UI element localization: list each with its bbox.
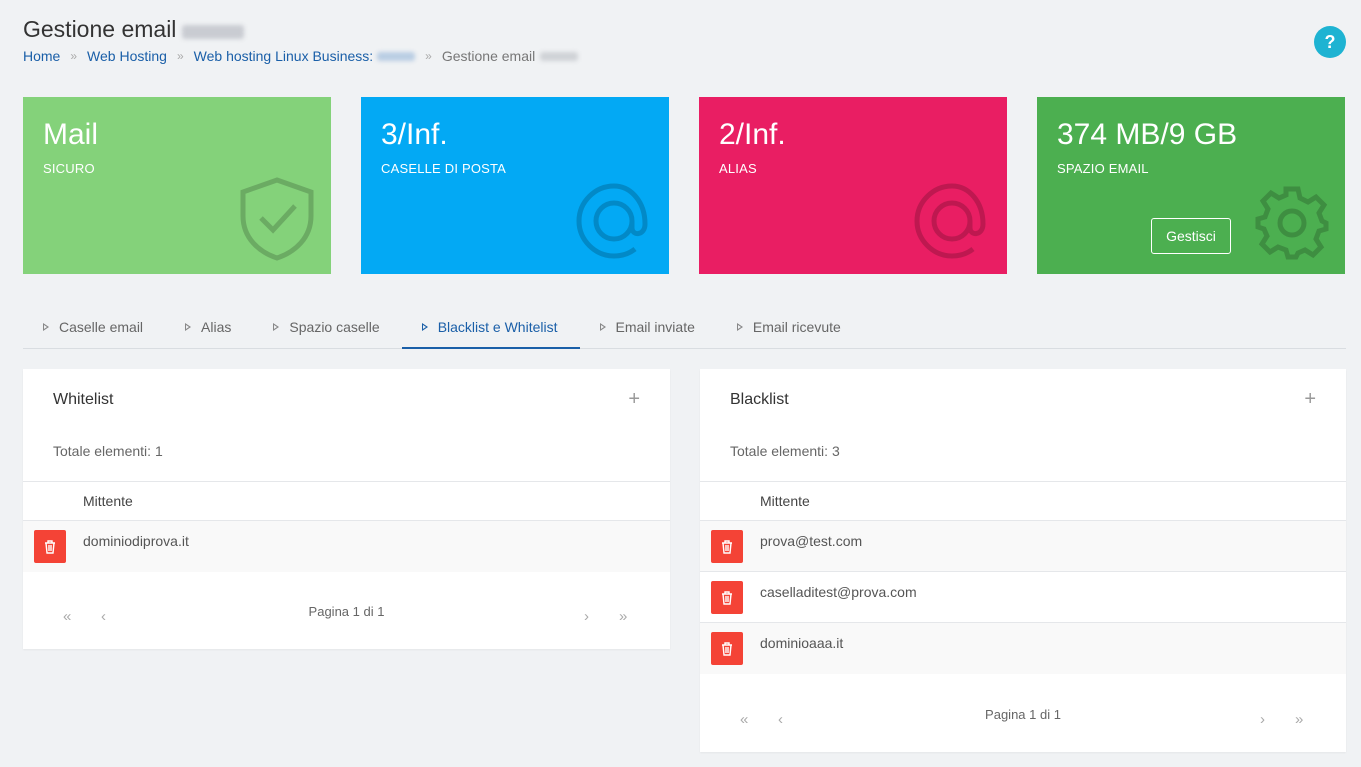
panel-title: Whitelist (53, 391, 114, 408)
table-row: caselladitest@prova.com (700, 572, 1346, 623)
tab-label: Caselle email (59, 319, 144, 335)
at-icon (576, 183, 648, 259)
panel-title: Blacklist (730, 391, 789, 408)
whitelist-panel: Whitelist + Totale elementi: 1 Mittente … (23, 369, 670, 649)
add-whitelist-button[interactable]: + (628, 388, 640, 411)
caret-right-icon (185, 323, 192, 331)
card-aliases: 2/Inf. ALIAS (699, 97, 1007, 274)
shield-check-icon (240, 177, 314, 261)
caret-right-icon (43, 323, 49, 331)
breadcrumb-separator: » (70, 49, 78, 63)
trash-icon (722, 590, 732, 605)
stats-cards: Mail SICURO 3/Inf. CASELLE DI POSTA 2/In… (23, 97, 1345, 274)
card-label: SPAZIO EMAIL (1057, 161, 1149, 176)
delete-button[interactable] (711, 632, 743, 665)
add-blacklist-button[interactable]: + (1304, 388, 1316, 411)
gestisci-button[interactable]: Gestisci (1151, 218, 1231, 254)
tab-label: Alias (201, 319, 232, 335)
tab-blacklist-whitelist[interactable]: Blacklist e Whitelist (401, 307, 580, 349)
card-mailboxes: 3/Inf. CASELLE DI POSTA (361, 97, 669, 274)
breadcrumb-current-label: Gestione email (441, 48, 536, 64)
delete-button[interactable] (711, 581, 743, 614)
tab-spazio-caselle[interactable]: Spazio caselle (253, 307, 401, 347)
at-icon (914, 183, 986, 259)
redacted-domain (540, 51, 579, 61)
delete-button[interactable] (34, 530, 66, 563)
pagination: « ‹ Pagina 1 di 1 › » (700, 707, 1346, 737)
card-value: 374 MB/9 GB (1057, 118, 1238, 151)
page-title: Gestione email (23, 16, 245, 43)
tab-email-ricevute[interactable]: Email ricevute (717, 307, 863, 347)
breadcrumb-web-hosting[interactable]: Web Hosting (87, 48, 167, 64)
whitelist-table: Mittente dominiodiprova.it (23, 481, 670, 572)
breadcrumb-current: Gestione email (441, 48, 579, 64)
pagination: « ‹ Pagina 1 di 1 › » (23, 604, 670, 634)
tab-label: Email inviate (615, 319, 695, 335)
column-header-mittente: Mittente (700, 481, 1346, 521)
delete-button[interactable] (711, 530, 743, 563)
page-info: Pagina 1 di 1 (985, 707, 1061, 722)
breadcrumb-separator: » (425, 49, 432, 63)
total-elements: Totale elementi: 1 (53, 443, 163, 459)
breadcrumb-linux-business[interactable]: Web hosting Linux Business: (194, 48, 374, 64)
caret-right-icon (421, 323, 428, 331)
help-button[interactable]: ? (1314, 26, 1346, 58)
trash-icon (722, 539, 732, 554)
card-email-space: 374 MB/9 GB SPAZIO EMAIL Gestisci (1037, 97, 1345, 274)
last-page-button[interactable]: » (619, 608, 627, 625)
card-value: Mail (43, 118, 99, 151)
next-page-button[interactable]: › (1260, 711, 1265, 728)
blacklist-table: Mittente prova@test.com caselladitest@pr… (700, 481, 1346, 674)
card-label: SICURO (43, 161, 95, 176)
sender-value: prova@test.com (760, 533, 863, 549)
caret-right-icon (273, 323, 280, 331)
breadcrumb-home[interactable]: Home (23, 48, 60, 64)
breadcrumb-separator: » (176, 49, 184, 63)
tab-caselle-email[interactable]: Caselle email (23, 307, 165, 347)
page-info: Pagina 1 di 1 (308, 604, 385, 619)
blacklist-panel: Blacklist + Totale elementi: 3 Mittente … (700, 369, 1346, 752)
table-row: dominioaaa.it (700, 623, 1346, 674)
card-label: CASELLE DI POSTA (381, 161, 507, 176)
card-mail-secure: Mail SICURO (23, 97, 331, 274)
redacted-domain (182, 24, 245, 39)
caret-right-icon (736, 323, 743, 331)
table-row: dominiodiprova.it (23, 521, 670, 572)
card-value: 3/Inf. (381, 118, 448, 151)
total-elements: Totale elementi: 3 (730, 443, 840, 459)
sender-value: dominioaaa.it (760, 635, 844, 651)
tab-label: Blacklist e Whitelist (437, 319, 558, 335)
card-value: 2/Inf. (719, 118, 786, 151)
card-label: ALIAS (719, 161, 757, 176)
redacted-domain (377, 51, 416, 61)
column-header-mittente: Mittente (23, 481, 670, 521)
sender-value: caselladitest@prova.com (760, 584, 917, 600)
trash-icon (722, 641, 732, 656)
page-title-text: Gestione email (23, 16, 177, 42)
next-page-button[interactable]: › (584, 608, 589, 625)
table-row: prova@test.com (700, 521, 1346, 572)
tab-bar: Caselle email Alias Spazio caselle Black… (23, 307, 1346, 349)
gear-icon (1255, 186, 1329, 260)
last-page-button[interactable]: » (1295, 711, 1303, 728)
caret-right-icon (599, 323, 606, 331)
trash-icon (45, 539, 55, 554)
tab-label: Email ricevute (752, 319, 841, 335)
tab-label: Spazio caselle (289, 319, 380, 335)
tab-alias[interactable]: Alias (165, 307, 253, 347)
tab-email-inviate[interactable]: Email inviate (580, 307, 717, 347)
sender-value: dominiodiprova.it (83, 533, 189, 549)
help-icon: ? (1324, 31, 1336, 52)
breadcrumb: Home » Web Hosting » Web hosting Linux B… (23, 48, 579, 64)
